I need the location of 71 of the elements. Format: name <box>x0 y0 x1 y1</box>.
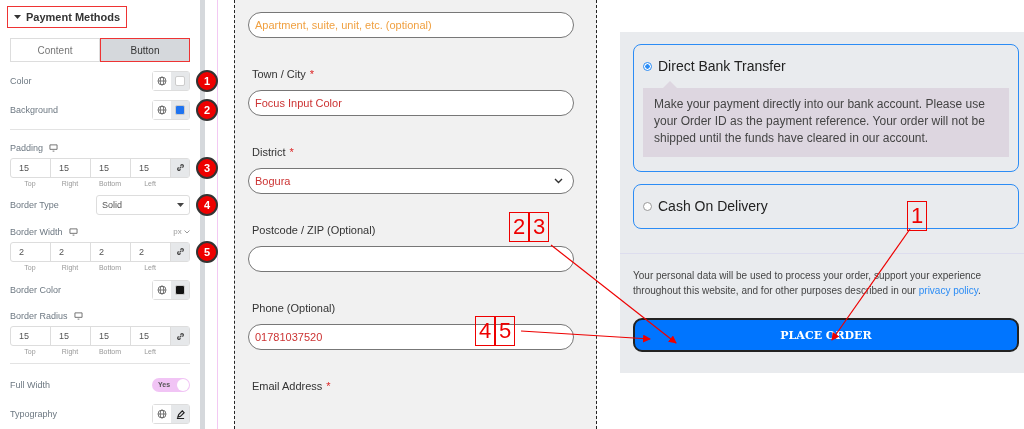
globe-icon <box>157 284 167 295</box>
control-label: Typography <box>10 409 58 420</box>
globe-icon <box>157 75 167 86</box>
input-field[interactable] <box>248 246 574 272</box>
number-badge: 4 <box>196 194 218 217</box>
control-label: Background <box>10 105 59 115</box>
required-mark: * <box>326 380 331 392</box>
link-icon[interactable] <box>175 331 185 341</box>
annotation-number: 2 <box>509 212 529 242</box>
link-icon[interactable] <box>175 247 185 257</box>
field-label: District <box>252 146 286 158</box>
payment-method-label: Direct Bank Transfer <box>658 58 786 74</box>
number-badge: 3 <box>196 156 218 179</box>
annotation-number: 1 <box>907 201 927 231</box>
dimension-input[interactable]: 2 <box>51 243 91 261</box>
caret-icon <box>14 15 21 19</box>
globe-icon <box>157 409 167 420</box>
required-mark: * <box>289 146 294 158</box>
annotation-number: 5 <box>495 316 515 346</box>
color-swatch[interactable] <box>175 75 185 86</box>
field-label: Phone (Optional) <box>252 302 336 314</box>
number-badge: 1 <box>196 69 218 92</box>
control-label: Full Width <box>10 379 50 390</box>
color-control[interactable] <box>152 100 190 120</box>
pencil-icon <box>175 409 185 419</box>
field-label: Email Address <box>252 380 323 392</box>
dimension-input[interactable]: 15 <box>11 327 51 346</box>
control-label: Border Type <box>10 200 59 211</box>
dimension-input[interactable]: 15 <box>91 327 131 346</box>
radio-button[interactable] <box>643 61 652 71</box>
required-mark: * <box>309 68 315 80</box>
payment-option-card[interactable]: Direct Bank Transfer Make your payment directly into our bank account. Please use your Order ID as the payment reference. Your order will not be shipped until the funds have cleared in our account. <box>633 44 1019 172</box>
chevron-down-icon <box>554 178 563 184</box>
number-badge: 2 <box>196 99 218 121</box>
field-label: Postcode / ZIP (Optional) <box>252 224 376 236</box>
chevron-down-icon <box>184 230 190 235</box>
monitor-icon[interactable] <box>49 143 59 152</box>
select-field[interactable]: Bogura <box>248 168 574 194</box>
annotation-number: 3 <box>529 212 549 242</box>
section-title[interactable]: Payment Methods <box>7 6 128 28</box>
annotation-number: 4 <box>475 316 495 346</box>
payment-method-label: Cash On Delivery <box>658 198 768 214</box>
tab[interactable]: Content <box>10 38 100 62</box>
dimension-input[interactable]: 2 <box>91 243 131 261</box>
select-field[interactable]: Solid <box>96 195 190 216</box>
number-badge: 5 <box>196 241 218 263</box>
caret-icon <box>177 203 184 208</box>
field-label: Town / City <box>252 68 306 80</box>
monitor-icon[interactable] <box>68 228 78 236</box>
control-label: Border Width <box>10 227 63 237</box>
link-icon[interactable] <box>175 163 185 173</box>
color-swatch[interactable] <box>175 105 185 115</box>
color-swatch[interactable] <box>175 284 185 295</box>
tab[interactable]: Button <box>100 38 190 62</box>
dimension-input[interactable]: 15 <box>91 158 131 177</box>
dimension-input[interactable]: 15 <box>51 327 91 346</box>
input-field[interactable]: Focus Input Color <box>248 90 574 116</box>
control-label: Border Color <box>10 284 62 295</box>
dimension-input[interactable]: 15 <box>11 158 51 177</box>
control-label: Border Radius <box>10 311 68 322</box>
radio-button[interactable] <box>643 201 652 211</box>
dimension-input[interactable]: 15 <box>51 158 91 177</box>
typography-control[interactable] <box>152 404 190 425</box>
color-control[interactable] <box>152 279 190 300</box>
payment-description: Make your payment directly into our bank account. Please use your Order ID as the payment reference. Your order will not be shipped until the funds have cleared in our account. <box>643 81 1009 157</box>
dimension-input[interactable]: 2 <box>11 243 51 261</box>
control-label: Color <box>10 75 32 86</box>
color-control[interactable] <box>152 70 190 91</box>
monitor-icon[interactable] <box>73 312 83 321</box>
control-label: Padding <box>10 142 44 153</box>
globe-icon <box>157 105 167 115</box>
